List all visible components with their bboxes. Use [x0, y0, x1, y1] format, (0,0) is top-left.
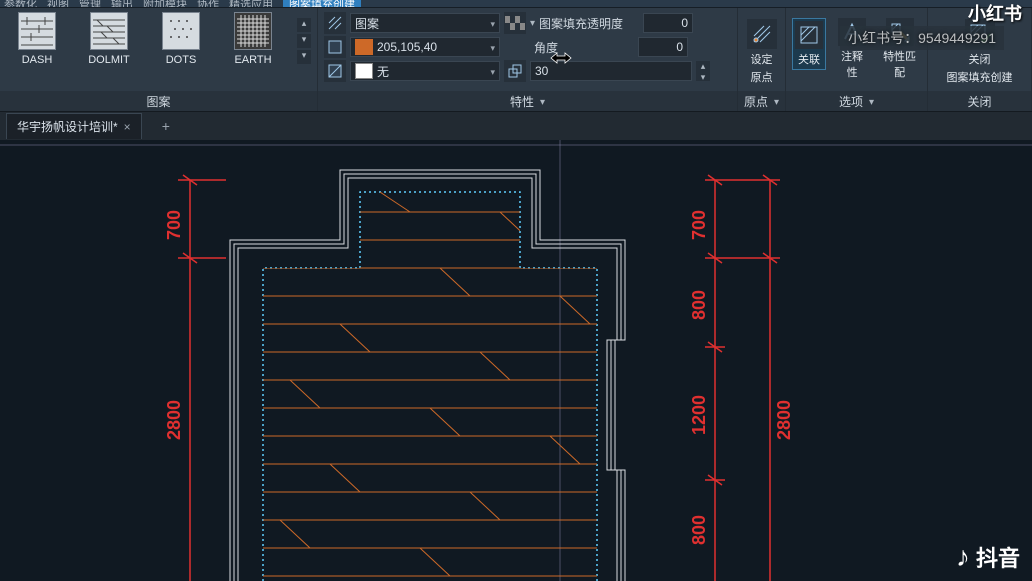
transparency-input[interactable]: 0 [643, 13, 693, 33]
angle-input[interactable]: 0 [638, 37, 688, 57]
panel-origin: 设定 原点 原点 [738, 8, 786, 111]
hatch-swatch-icon [90, 12, 128, 50]
dim-right-700: 700 [689, 210, 709, 240]
hatch-color-dropdown[interactable]: 205,105,40 [350, 37, 500, 57]
file-tabstrip: 华宇扬帆设计培训* × + [0, 112, 1032, 140]
hatch-swatch-icon [234, 12, 272, 50]
transparency-icon [504, 12, 526, 34]
bg-color-icon [324, 60, 346, 82]
panel-properties: 图案 ▾ 图案填充透明度 0 205,105,40 角度 0 [318, 8, 738, 111]
scale-spinner[interactable]: ▴▾ [696, 61, 710, 81]
dim-left-700: 700 [164, 210, 184, 240]
color-icon [324, 36, 346, 58]
associative-icon [795, 21, 823, 49]
ribbon: DASH DOLMIT [0, 8, 1032, 112]
new-tab-button[interactable]: + [162, 118, 170, 134]
dim-left-2800: 2800 [164, 400, 184, 440]
douyin-watermark: ♪ 抖音 [956, 541, 1020, 573]
hatch-bg-dropdown[interactable]: 无 [350, 61, 500, 81]
menu-item-hatch-create[interactable]: 图案填充创建 [283, 0, 361, 7]
associative-button[interactable]: 关联 [792, 18, 826, 70]
hatch-type-icon [324, 12, 346, 34]
dim-right-1200: 1200 [689, 395, 709, 435]
expand-icon[interactable]: ▾ [297, 50, 311, 64]
pattern-scroll[interactable]: ▴ ▾ ▾ [297, 12, 311, 64]
douyin-note-icon: ♪ [956, 541, 970, 573]
pattern-dash[interactable]: DASH [6, 12, 68, 66]
hatch-swatch-icon [162, 12, 200, 50]
scale-icon [504, 60, 526, 82]
top-menubar: 参数化 视图 管理 输出 附加模块 协作 精选应用 图案填充创建 [0, 0, 1032, 8]
xhs-id-watermark: 小红书号：9549449291 [840, 26, 1004, 50]
pattern-earth[interactable]: EARTH [222, 12, 284, 66]
panel-pattern: DASH DOLMIT [0, 8, 318, 111]
set-origin-button[interactable]: 设定 原点 [747, 19, 777, 85]
menu-item[interactable]: 输出 [111, 0, 133, 8]
panel-title-close: 关闭 [928, 91, 1031, 111]
origin-icon [747, 19, 777, 49]
hatch-type-dropdown[interactable]: 图案 [350, 13, 500, 33]
menu-item[interactable]: 附加模块 [143, 0, 187, 8]
hatch-swatch-icon [18, 12, 56, 50]
menu-item[interactable]: 参数化 [4, 0, 37, 8]
panel-options: 关联 注释性 特性匹配 选项 [786, 8, 928, 111]
panel-title-origin: 原点 [738, 91, 785, 111]
dim-right-800b: 800 [689, 515, 709, 545]
angle-label: 角度 [534, 39, 634, 56]
dim-right-800a: 800 [689, 290, 709, 320]
xhs-watermark: 小红书 [968, 0, 1022, 26]
menu-item[interactable]: 视图 [47, 0, 69, 8]
menu-item[interactable]: 协作 [197, 0, 219, 8]
dim-right-2800: 2800 [774, 400, 794, 440]
pattern-dots[interactable]: DOTS [150, 12, 212, 66]
menu-item[interactable]: 管理 [79, 0, 101, 8]
panel-title-pattern: 图案 [0, 91, 317, 111]
file-tab[interactable]: 华宇扬帆设计培训* × [6, 113, 142, 139]
pattern-dolmit[interactable]: DOLMIT [78, 12, 140, 66]
panel-title-properties: 特性 [318, 91, 737, 111]
scroll-down-icon[interactable]: ▾ [297, 34, 311, 48]
drawing-canvas[interactable]: 700 2800 700 800 1200 800 2800 ♪ 抖音 [0, 140, 1032, 581]
panel-title-options: 选项 [786, 91, 927, 111]
scroll-up-icon[interactable]: ▴ [297, 18, 311, 32]
scale-input[interactable]: 30 [530, 61, 692, 81]
menu-item[interactable]: 精选应用 [229, 0, 273, 8]
transparency-label: 图案填充透明度 [539, 15, 639, 32]
close-tab-icon[interactable]: × [124, 120, 131, 134]
